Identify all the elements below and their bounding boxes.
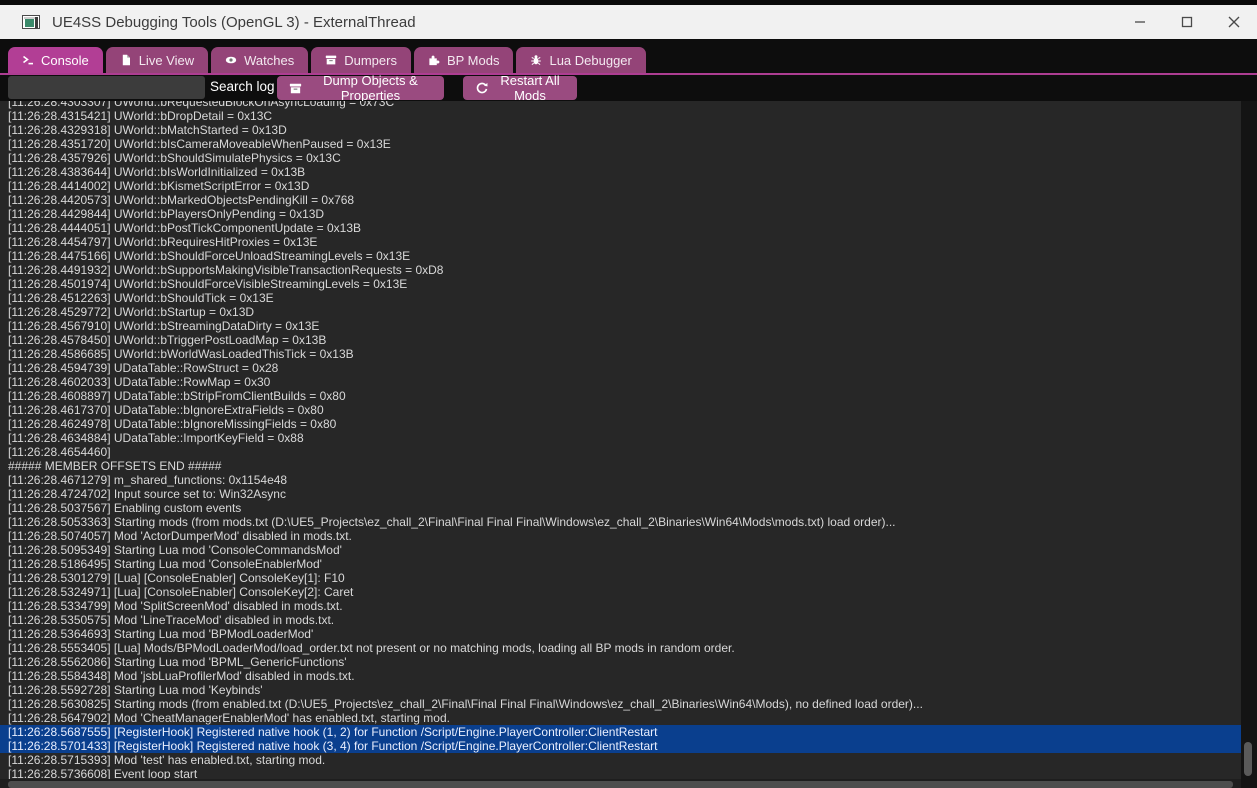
tab-bar: Console Live View Watches Dumpers BP Mods Lua… xyxy=(8,47,646,73)
log-line[interactable]: [11:26:28.4634884] UDataTable::ImportKey… xyxy=(0,431,1241,445)
restart-mods-button[interactable]: Restart All Mods xyxy=(463,76,577,100)
log-line[interactable]: [11:26:28.4512263] UWorld::bShouldTick =… xyxy=(0,291,1241,305)
tab-lua-debugger[interactable]: Lua Debugger xyxy=(516,47,645,73)
console-log-lines: [11:26:28.4303307] UWorld::bRequestedBlo… xyxy=(0,101,1241,779)
terminal-icon xyxy=(22,54,34,66)
log-line[interactable]: [11:26:28.4671279] m_shared_functions: 0… xyxy=(0,473,1241,487)
log-line[interactable]: [11:26:28.5553405] [Lua] Mods/BPModLoade… xyxy=(0,641,1241,655)
puzzle-icon xyxy=(428,54,440,66)
log-line[interactable]: [11:26:28.4491932] UWorld::bSupportsMaki… xyxy=(0,263,1241,277)
tab-watches[interactable]: Watches xyxy=(211,47,308,73)
search-log-label: Search log xyxy=(210,79,275,94)
vertical-scrollbar[interactable] xyxy=(1241,101,1257,788)
log-line-selected[interactable]: [11:26:28.5687555] [RegisterHook] Regist… xyxy=(0,725,1241,739)
log-line[interactable]: [11:26:28.5074057] Mod 'ActorDumperMod' … xyxy=(0,529,1241,543)
log-line-selected[interactable]: [11:26:28.5701433] [RegisterHook] Regist… xyxy=(0,739,1241,753)
tab-label: Watches xyxy=(244,53,294,68)
log-line[interactable]: [11:26:28.4578450] UWorld::bTriggerPostL… xyxy=(0,333,1241,347)
close-icon xyxy=(1228,16,1240,28)
tab-bp-mods[interactable]: BP Mods xyxy=(414,47,514,73)
log-line[interactable]: [11:26:28.4594739] UDataTable::RowStruct… xyxy=(0,361,1241,375)
app-icon xyxy=(22,15,40,29)
window-title: UE4SS Debugging Tools (OpenGL 3) - Exter… xyxy=(52,14,416,31)
log-line[interactable]: [11:26:28.4501974] UWorld::bShouldForceV… xyxy=(0,277,1241,291)
console-log[interactable]: [11:26:28.4303307] UWorld::bRequestedBlo… xyxy=(0,101,1241,779)
log-line[interactable]: [11:26:28.4329318] UWorld::bMatchStarted… xyxy=(0,123,1241,137)
log-line[interactable]: [11:26:28.4624978] UDataTable::bIgnoreMi… xyxy=(0,417,1241,431)
log-line[interactable]: [11:26:28.5186495] Starting Lua mod 'Con… xyxy=(0,557,1241,571)
bug-icon xyxy=(530,54,542,66)
search-input[interactable] xyxy=(8,76,205,99)
log-line[interactable]: [11:26:28.5715393] Mod 'test' has enable… xyxy=(0,753,1241,767)
log-line[interactable]: [11:26:28.4475166] UWorld::bShouldForceU… xyxy=(0,249,1241,263)
log-line[interactable]: [11:26:28.5592728] Starting Lua mod 'Key… xyxy=(0,683,1241,697)
log-line[interactable]: [11:26:28.4315421] UWorld::bDropDetail =… xyxy=(0,109,1241,123)
log-line[interactable]: [11:26:28.4303307] UWorld::bRequestedBlo… xyxy=(0,101,1241,109)
log-line[interactable]: [11:26:28.4383644] UWorld::bIsWorldIniti… xyxy=(0,165,1241,179)
vertical-scrollbar-thumb[interactable] xyxy=(1244,742,1252,776)
tab-dumpers[interactable]: Dumpers xyxy=(311,47,411,73)
log-line[interactable]: [11:26:28.4454797] UWorld::bRequiresHitP… xyxy=(0,235,1241,249)
minimize-icon xyxy=(1134,16,1146,28)
tab-label: Lua Debugger xyxy=(549,53,631,68)
log-line[interactable]: [11:26:28.5301279] [Lua] [ConsoleEnabler… xyxy=(0,571,1241,585)
minimize-button[interactable] xyxy=(1116,5,1163,39)
restart-mods-label: Restart All Mods xyxy=(495,73,565,103)
log-line[interactable]: [11:26:28.4608897] UDataTable::bStripFro… xyxy=(0,389,1241,403)
log-line[interactable]: [11:26:28.5037567] Enabling custom event… xyxy=(0,501,1241,515)
titlebar[interactable]: UE4SS Debugging Tools (OpenGL 3) - Exter… xyxy=(0,5,1257,39)
tab-label: Live View xyxy=(139,53,194,68)
horizontal-scrollbar-thumb[interactable] xyxy=(8,781,1233,788)
archive-icon xyxy=(289,82,302,95)
log-line[interactable]: [11:26:28.5334799] Mod 'SplitScreenMod' … xyxy=(0,599,1241,613)
close-button[interactable] xyxy=(1210,5,1257,39)
tab-label: Dumpers xyxy=(344,53,397,68)
log-line[interactable]: [11:26:28.4429844] UWorld::bPlayersOnlyP… xyxy=(0,207,1241,221)
log-line[interactable]: [11:26:28.4351720] UWorld::bIsCameraMove… xyxy=(0,137,1241,151)
app-window: UE4SS Debugging Tools (OpenGL 3) - Exter… xyxy=(0,0,1257,788)
log-line[interactable]: [11:26:28.5053363] Starting mods (from m… xyxy=(0,515,1241,529)
log-line[interactable]: [11:26:28.4602033] UDataTable::RowMap = … xyxy=(0,375,1241,389)
log-line[interactable]: [11:26:28.5562086] Starting Lua mod 'BPM… xyxy=(0,655,1241,669)
log-line[interactable]: [11:26:28.4357926] UWorld::bShouldSimula… xyxy=(0,151,1241,165)
log-line[interactable]: [11:26:28.5584348] Mod 'jsbLuaProfilerMo… xyxy=(0,669,1241,683)
log-line[interactable]: [11:26:28.4567910] UWorld::bStreamingDat… xyxy=(0,319,1241,333)
dump-objects-button[interactable]: Dump Objects & Properties xyxy=(277,76,444,100)
log-line[interactable]: [11:26:28.4586685] UWorld::bWorldWasLoad… xyxy=(0,347,1241,361)
dump-objects-label: Dump Objects & Properties xyxy=(309,73,432,103)
maximize-icon xyxy=(1181,16,1193,28)
log-line[interactable]: [11:26:28.5350575] Mod 'LineTraceMod' di… xyxy=(0,613,1241,627)
tab-label: BP Mods xyxy=(447,53,500,68)
tab-console[interactable]: Console xyxy=(8,47,103,73)
log-line[interactable]: [11:26:28.5095349] Starting Lua mod 'Con… xyxy=(0,543,1241,557)
log-line[interactable]: [11:26:28.5630825] Starting mods (from e… xyxy=(0,697,1241,711)
log-line[interactable]: [11:26:28.4724702] Input source set to: … xyxy=(0,487,1241,501)
log-line[interactable]: [11:26:28.4414002] UWorld::bKismetScript… xyxy=(0,179,1241,193)
maximize-button[interactable] xyxy=(1163,5,1210,39)
tab-live-view[interactable]: Live View xyxy=(106,47,208,73)
refresh-icon xyxy=(475,82,488,95)
window-controls xyxy=(1116,5,1257,39)
toolbar: Search log Dump Objects & Properties Res… xyxy=(0,76,1257,100)
log-line[interactable]: [11:26:28.5647902] Mod 'CheatManagerEnab… xyxy=(0,711,1241,725)
log-line[interactable]: [11:26:28.4444051] UWorld::bPostTickComp… xyxy=(0,221,1241,235)
tab-underline xyxy=(0,73,1257,75)
eye-icon xyxy=(225,54,237,66)
horizontal-scrollbar[interactable] xyxy=(0,779,1241,788)
document-icon xyxy=(120,54,132,66)
log-line[interactable]: [11:26:28.4617370] UDataTable::bIgnoreEx… xyxy=(0,403,1241,417)
archive-icon xyxy=(325,54,337,66)
log-line[interactable]: ##### MEMBER OFFSETS END ##### xyxy=(0,459,1241,473)
log-line[interactable]: [11:26:28.5324971] [Lua] [ConsoleEnabler… xyxy=(0,585,1241,599)
tab-label: Console xyxy=(41,53,89,68)
log-line[interactable]: [11:26:28.5736608] Event loop start xyxy=(0,767,1241,779)
log-line[interactable]: [11:26:28.5364693] Starting Lua mod 'BPM… xyxy=(0,627,1241,641)
log-line[interactable]: [11:26:28.4420573] UWorld::bMarkedObject… xyxy=(0,193,1241,207)
log-line[interactable]: [11:26:28.4654460] xyxy=(0,445,1241,459)
log-line[interactable]: [11:26:28.4529772] UWorld::bStartup = 0x… xyxy=(0,305,1241,319)
